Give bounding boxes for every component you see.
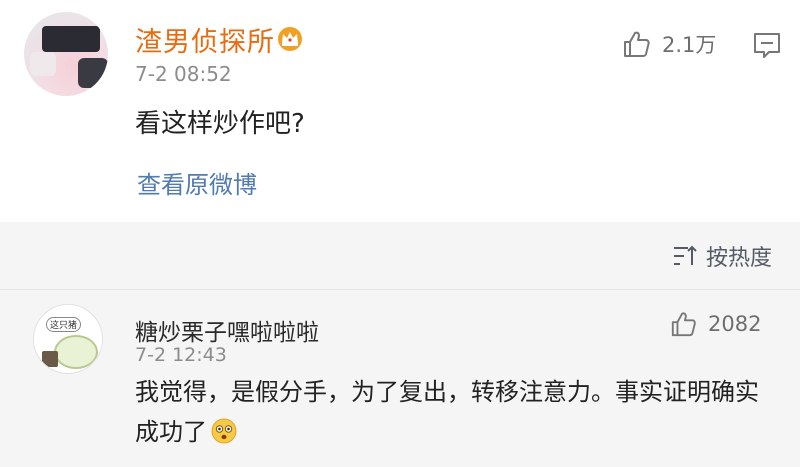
avatar[interactable]: [24, 12, 108, 96]
view-original-link[interactable]: 查看原微博: [137, 165, 257, 200]
reply-icon[interactable]: [752, 30, 782, 60]
reply-like-count: 2082: [708, 312, 762, 336]
sort-button[interactable]: 按热度: [672, 240, 772, 272]
thumbs-up-icon: [624, 31, 650, 57]
post-text: 看这样炒作吧?: [135, 109, 305, 139]
avatar-tag: 这只猪: [46, 317, 82, 332]
reply-like-button[interactable]: 2082: [670, 308, 780, 340]
divider: [0, 289, 800, 290]
post-time: 7-2 08:52: [135, 62, 232, 86]
sort-icon: [673, 245, 697, 265]
thumbs-up-icon: [671, 312, 696, 337]
main-post: 渣男侦探所 7-2 08:52 2.1万 看这样炒作吧? 查看原微博: [0, 0, 800, 222]
sort-label: 按热度: [705, 246, 772, 271]
reply-time: 7-2 12:43: [135, 344, 227, 366]
crown-icon: [278, 27, 302, 51]
like-button[interactable]: 2.1万: [622, 28, 726, 60]
like-count: 2.1万: [662, 33, 717, 57]
post-username[interactable]: 渣男侦探所: [135, 20, 275, 59]
reply-username[interactable]: 糖炒栗子嘿啦啦啦: [135, 313, 319, 347]
surprised-emoji-icon: [211, 418, 237, 444]
reply-text-block: 我觉得，是假分手，为了复出，转移注意力。事实证明确实成功了: [135, 372, 765, 452]
reply-avatar[interactable]: 这只猪: [33, 304, 103, 374]
replies-section: 按热度 这只猪 糖炒栗子嘿啦啦啦 7-2 12:43 2082 我觉得，是假分手…: [0, 222, 800, 467]
